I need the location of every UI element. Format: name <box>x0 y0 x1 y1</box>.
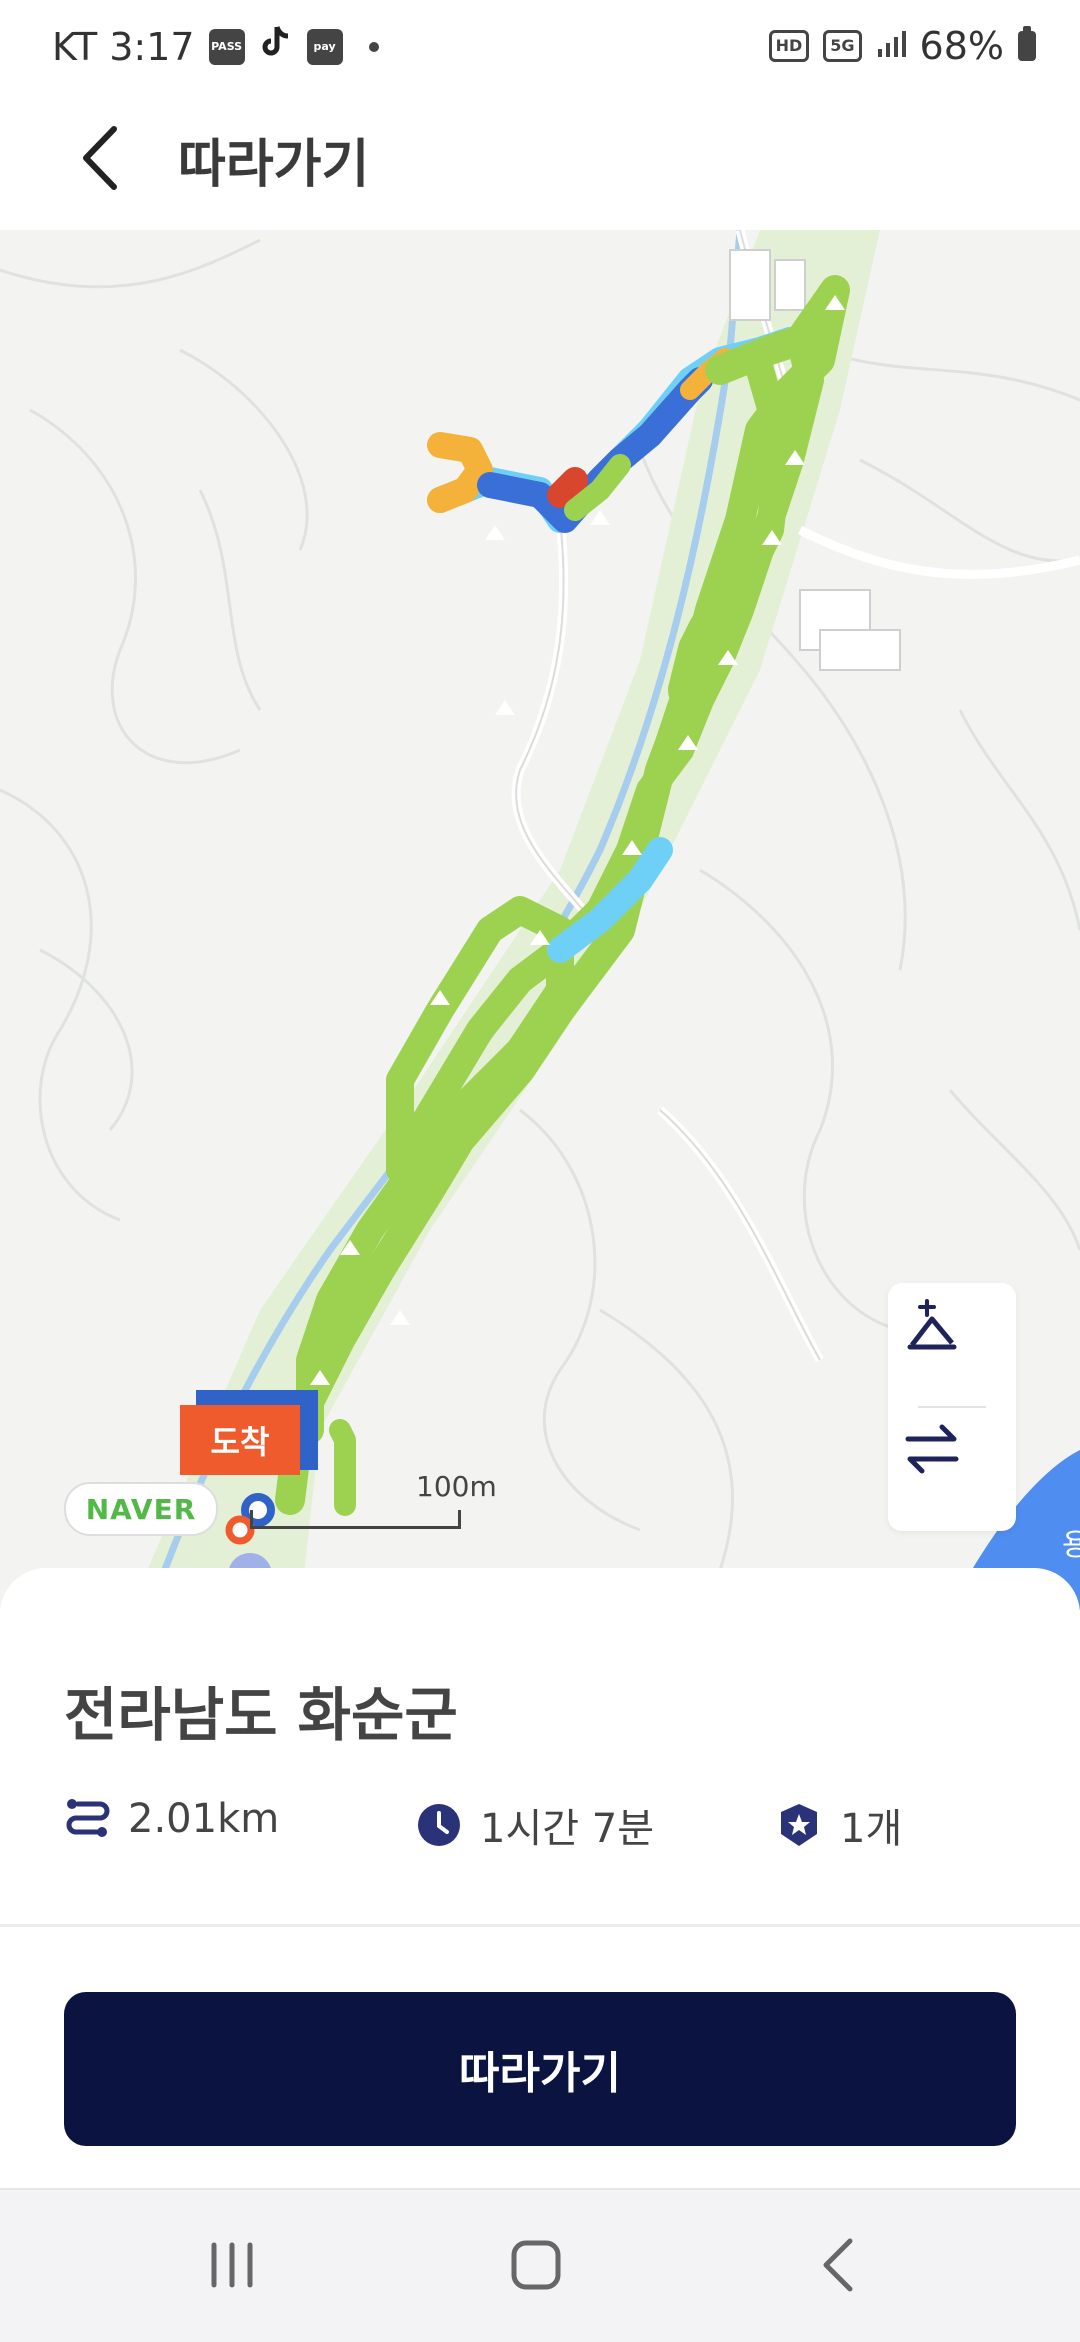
route-map[interactable]: 용 도착 NAVER 100m <box>0 230 1080 1610</box>
arrival-flag: 도착 <box>180 1405 300 1475</box>
pass-icon: PASS <box>208 28 245 65</box>
swap-direction-icon <box>905 1424 959 1474</box>
distance-value: 2.01km <box>128 1796 280 1842</box>
swap-direction-button[interactable] <box>902 1419 1002 1519</box>
elevation-button[interactable] <box>902 1297 1002 1397</box>
naver-logo[interactable]: NAVER <box>64 1482 218 1536</box>
badge-star-icon <box>776 1802 822 1848</box>
map-scale-label: 100m <box>416 1470 497 1503</box>
notification-dot-icon <box>368 41 379 52</box>
carrier-time: KT 3:17 <box>52 24 195 69</box>
duration-stat: 1시간 7분 <box>416 1796 654 1854</box>
map-controls <box>888 1283 1016 1531</box>
clock-icon <box>416 1802 462 1848</box>
status-left: KT 3:17 PASS pay <box>52 24 379 69</box>
pay-icon: pay <box>306 28 343 65</box>
back-button[interactable] <box>60 118 140 198</box>
follow-route-button[interactable]: 따라가기 <box>64 1992 1016 2146</box>
map-scale-bar <box>250 1510 461 1529</box>
home-icon <box>511 2240 561 2290</box>
badge-stat: 1개 <box>776 1796 902 1854</box>
chevron-left-icon <box>83 126 117 190</box>
badge-count: 1개 <box>840 1806 903 1852</box>
battery-percent: 68% <box>919 24 1004 68</box>
home-button[interactable] <box>476 2220 596 2310</box>
sheet-divider <box>0 1924 1080 1927</box>
battery-icon <box>1018 26 1036 61</box>
system-nav-bar <box>0 2188 1080 2342</box>
elevation-chart-icon <box>907 1299 957 1350</box>
duration-value: 1시간 7분 <box>480 1806 655 1852</box>
signal-icon <box>876 24 906 68</box>
page-title: 따라가기 <box>178 135 370 195</box>
route-distance-icon <box>64 1796 110 1842</box>
system-back-button[interactable] <box>780 2220 900 2310</box>
map-controls-divider <box>918 1406 986 1408</box>
status-right: HD 5G 68% <box>768 24 1036 68</box>
region-title: 전라남도 화순군 <box>64 1681 458 1749</box>
recent-apps-button[interactable] <box>172 2220 292 2310</box>
hd-icon: HD <box>768 30 810 62</box>
tiktok-icon <box>259 24 293 69</box>
water-label: 용 <box>1062 1528 1080 1563</box>
distance-stat: 2.01km <box>64 1796 279 1842</box>
recent-apps-icon <box>211 2242 253 2288</box>
route-summary-sheet: 전라남도 화순군 2.01km 1시간 7분 1개 따라가기 <box>0 1568 1080 2188</box>
app-header: 따라가기 <box>0 100 1080 230</box>
status-bar: KT 3:17 PASS pay HD 5G 68% <box>0 0 1080 100</box>
network-5g-icon: 5G <box>823 30 862 62</box>
back-icon <box>823 2238 853 2292</box>
